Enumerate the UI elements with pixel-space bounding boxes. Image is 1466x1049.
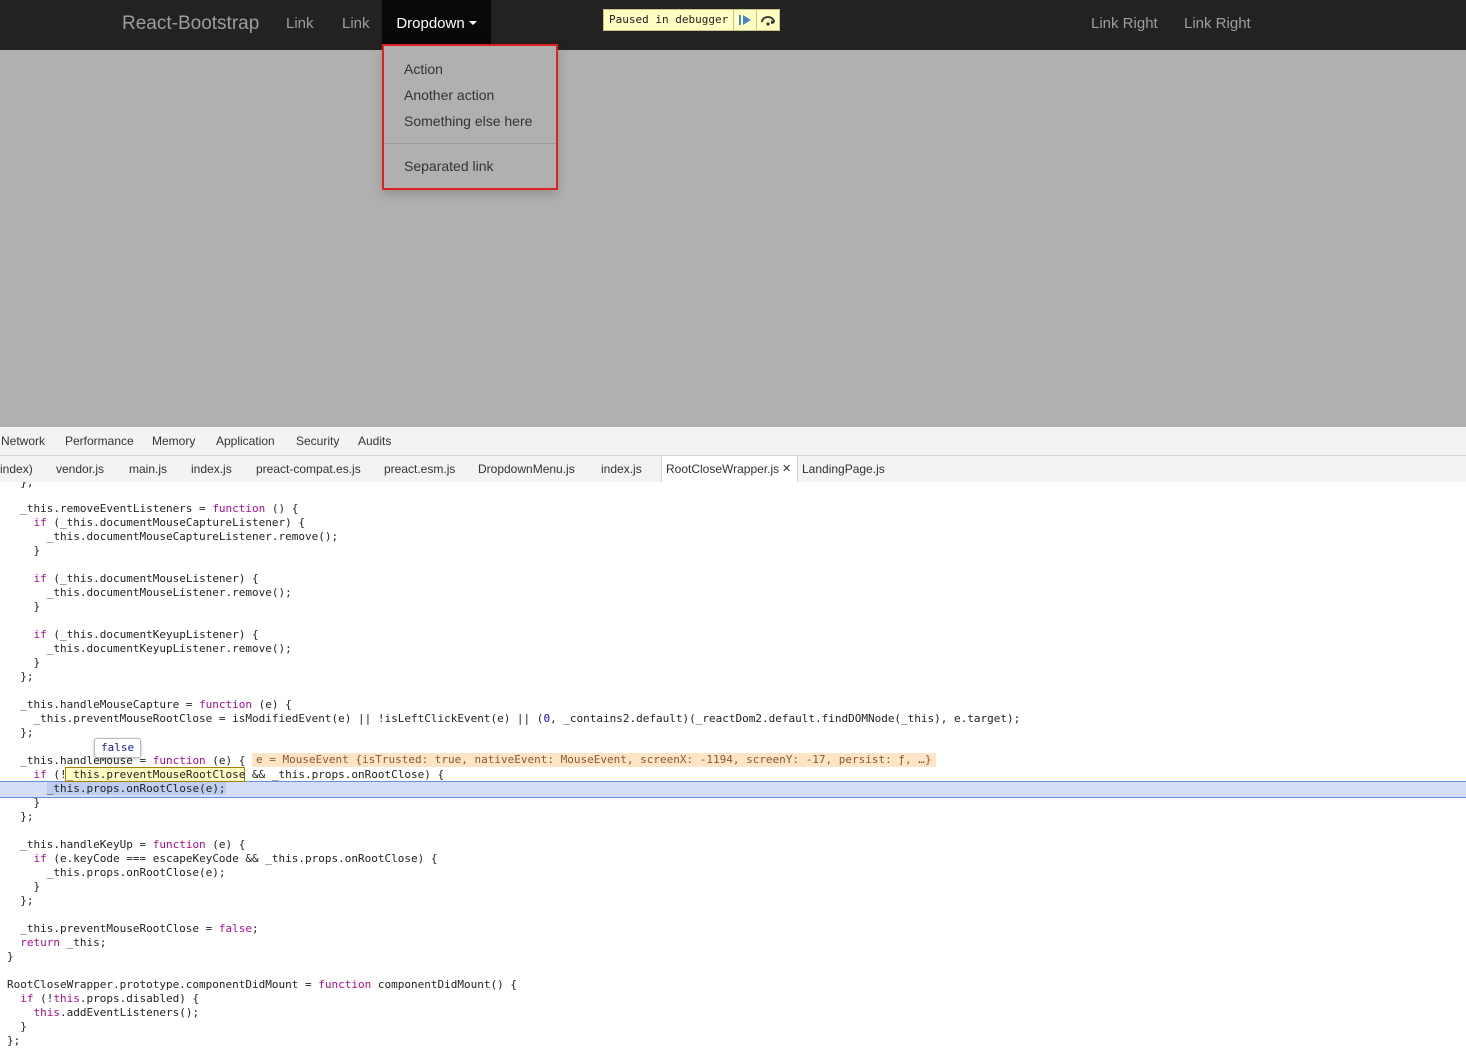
page-overlay — [0, 50, 1466, 427]
code-editor[interactable]: }; _this.removeEventListeners = function… — [0, 482, 1466, 1049]
file-tab-preact-esm[interactable]: preact.esm.js — [384, 456, 455, 482]
close-tab-icon[interactable]: ✕ — [782, 456, 791, 482]
file-tab-root-close-wrapper[interactable]: RootCloseWrapper.js — [666, 456, 779, 482]
tab-audits[interactable]: Audits — [358, 427, 391, 455]
dropdown-toggle[interactable]: Dropdown — [382, 0, 491, 50]
navbar: React-Bootstrap Link Link Dropdown Pause… — [0, 0, 1466, 50]
paused-text: Paused in debugger — [609, 13, 729, 26]
code-line-13: _this.documentKeyupListener.remove(); — [7, 642, 292, 655]
code-line-35: } — [7, 950, 14, 963]
code-line-39: this.addEventListeners(); — [33, 1006, 200, 1019]
code-line-24: } — [7, 796, 41, 809]
code-line-30: } — [7, 880, 41, 893]
code-line-17: _this.handleMouseCapture = function (e) … — [7, 698, 292, 711]
tab-application[interactable]: Application — [216, 427, 275, 455]
resume-icon[interactable] — [733, 10, 756, 30]
code-line-38: if (!this.props.disabled) { — [20, 992, 200, 1005]
code-line-15: }; — [7, 670, 34, 683]
nav-link-1[interactable]: Link — [286, 0, 314, 50]
code-line-25: }; — [7, 810, 34, 823]
file-tab-main[interactable]: main.js — [129, 456, 167, 482]
code-line-31: }; — [7, 894, 34, 907]
code-line-22: if (!_this.preventMouseRootClose && _thi… — [33, 768, 445, 781]
code-line-4: if (_this.documentMouseCaptureListener) … — [33, 516, 306, 529]
menu-item-separated-link[interactable]: Separated link — [404, 156, 494, 176]
code-line-3: _this.removeEventListeners = function ()… — [7, 502, 299, 515]
tab-network[interactable]: Network — [1, 427, 45, 455]
code-line-41: }; — [7, 1034, 21, 1047]
code-line-1: }; — [7, 482, 34, 489]
file-tab-dropdown-menu[interactable]: DropdownMenu.js — [478, 456, 575, 482]
code-line-29: _this.props.onRootClose(e); — [7, 866, 226, 879]
caret-down-icon — [468, 21, 477, 26]
code-line-5: _this.documentMouseCaptureListener.remov… — [7, 530, 339, 543]
devtools-panel-tabs: Network Performance Memory Application S… — [0, 427, 1466, 456]
code-line-34: return _this; — [20, 936, 107, 949]
code-line-18: _this.preventMouseRootClose = isModified… — [7, 712, 1021, 725]
tab-memory[interactable]: Memory — [152, 427, 195, 455]
code-line-12: if (_this.documentKeyupListener) { — [33, 628, 259, 641]
menu-item-something-else[interactable]: Something else here — [404, 111, 532, 131]
code-line-6: } — [7, 544, 41, 557]
dropdown-menu: Action Another action Something else her… — [382, 44, 558, 190]
inline-variable-value: e = MouseEvent {isTrusted: true, nativeE… — [252, 753, 936, 767]
code-line-33: _this.preventMouseRootClose = false; — [7, 922, 259, 935]
code-line-37: RootCloseWrapper.prototype.componentDidM… — [7, 978, 517, 991]
file-tab-vendor[interactable]: vendor.js — [56, 456, 104, 482]
navbar-brand[interactable]: React-Bootstrap — [122, 0, 259, 50]
tab-performance[interactable]: Performance — [65, 427, 134, 455]
code-line-28: if (e.keyCode === escapeKeyCode && _this… — [33, 852, 438, 865]
menu-item-action[interactable]: Action — [404, 59, 443, 79]
nav-link-right-2[interactable]: Link Right — [1184, 0, 1251, 50]
file-tab-preact-compat[interactable]: preact-compat.es.js — [256, 456, 361, 482]
hover-value-tooltip: false — [94, 738, 142, 758]
code-line-19: }; — [7, 726, 34, 739]
code-line-10: } — [7, 600, 41, 613]
code-line-27: _this.handleKeyUp = function (e) { — [7, 838, 246, 851]
file-tab-index-2[interactable]: index.js — [601, 456, 642, 482]
dropdown-toggle-label: Dropdown — [396, 15, 465, 32]
menu-item-another-action[interactable]: Another action — [404, 85, 494, 105]
code-line-9: _this.documentMouseListener.remove(); — [7, 586, 292, 599]
code-line-8: if (_this.documentMouseListener) { — [33, 572, 259, 585]
step-over-icon[interactable] — [756, 10, 779, 30]
file-tab-index-html[interactable]: index) — [0, 456, 33, 482]
menu-divider — [384, 143, 556, 144]
code-line-23: _this.props.onRootClose(e); — [46, 782, 226, 795]
nav-link-2[interactable]: Link — [342, 0, 370, 50]
debugger-paused-banner: Paused in debugger — [603, 9, 781, 31]
code-line-40: } — [7, 1020, 27, 1033]
code-line-14: } — [7, 656, 41, 669]
tab-security[interactable]: Security — [296, 427, 339, 455]
source-file-tabs: index) vendor.js main.js index.js preact… — [0, 456, 1466, 483]
file-tab-landing-page[interactable]: LandingPage.js — [802, 456, 885, 482]
file-tab-index-1[interactable]: index.js — [191, 456, 232, 482]
nav-link-right-1[interactable]: Link Right — [1091, 0, 1158, 50]
